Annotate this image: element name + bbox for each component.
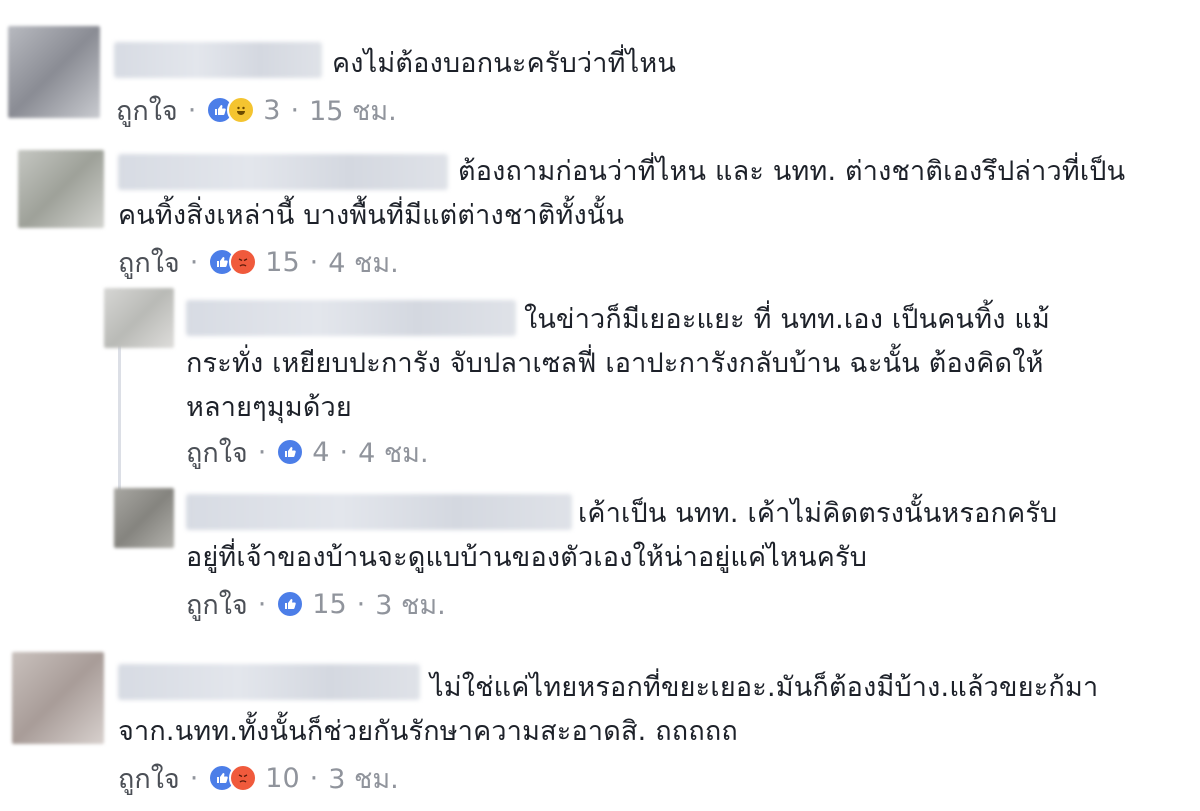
reactions[interactable]: [276, 438, 305, 466]
separator: ·: [257, 588, 267, 620]
comment-actions: ถูกใจ · 15 · 4 ชม.: [118, 242, 399, 282]
angry-icon: [229, 248, 258, 276]
comment-text: คงไม่ต้องบอกนะครับว่าที่ไหน: [332, 48, 677, 79]
separator: ·: [309, 246, 319, 278]
comment-text: ต้องถามก่อนว่าที่ไหน และ นทท. ต่างชาติเอ…: [118, 156, 1126, 231]
comment-text: เค้าเป็น นทท. เค้าไม่คิดตรงนั้นหรอกครับ …: [186, 498, 1058, 573]
comment-actions: ถูกใจ · 4 · 4 ชม.: [186, 432, 429, 472]
reaction-count[interactable]: 15: [265, 247, 299, 278]
separator: ·: [356, 588, 366, 620]
reaction-count[interactable]: 4: [312, 437, 329, 468]
avatar[interactable]: [114, 488, 174, 548]
comment-actions: ถูกใจ · 3 · 15 ชม.: [116, 90, 397, 130]
like-icon: [276, 438, 305, 466]
haha-icon: [227, 96, 256, 124]
like-link[interactable]: ถูกใจ: [116, 89, 178, 132]
like-icon: [276, 590, 305, 618]
reaction-count[interactable]: 15: [312, 589, 346, 620]
avatar[interactable]: [18, 150, 104, 228]
avatar[interactable]: [8, 26, 100, 118]
reaction-count[interactable]: 10: [265, 763, 299, 794]
reactions[interactable]: [208, 248, 258, 276]
timestamp[interactable]: 3 ชม.: [375, 583, 445, 626]
comment-text: ในข่าวก็มีเยอะแยะ ที่ นทท.เอง เป็นคนทิ้ง…: [186, 304, 1050, 423]
like-link[interactable]: ถูกใจ: [118, 241, 180, 284]
separator: ·: [189, 762, 199, 794]
like-link[interactable]: ถูกใจ: [186, 431, 248, 474]
like-link[interactable]: ถูกใจ: [118, 757, 180, 800]
comment-text: ไม่ใช่แค่ไทยหรอกที่ขยะเยอะ.มันก็ต้องมีบ้…: [118, 672, 1099, 747]
angry-icon: [229, 764, 258, 792]
separator: ·: [189, 246, 199, 278]
commenter-name[interactable]: [114, 42, 322, 78]
avatar[interactable]: [104, 288, 174, 348]
like-link[interactable]: ถูกใจ: [186, 583, 248, 626]
timestamp[interactable]: 4 ชม.: [328, 241, 398, 284]
separator: ·: [187, 94, 197, 126]
reaction-count[interactable]: 3: [263, 95, 280, 126]
timestamp[interactable]: 4 ชม.: [358, 431, 428, 474]
separator: ·: [257, 436, 267, 468]
avatar[interactable]: [12, 652, 104, 744]
comment-actions: ถูกใจ · 10 · 3 ชม.: [118, 758, 399, 798]
separator: ·: [290, 94, 300, 126]
reactions[interactable]: [208, 764, 258, 792]
separator: ·: [309, 762, 319, 794]
comment-actions: ถูกใจ · 15 · 3 ชม.: [186, 584, 446, 624]
reactions[interactable]: [276, 590, 305, 618]
reactions[interactable]: [206, 96, 256, 124]
timestamp[interactable]: 3 ชม.: [328, 757, 398, 800]
timestamp[interactable]: 15 ชม.: [309, 89, 397, 132]
separator: ·: [339, 436, 349, 468]
